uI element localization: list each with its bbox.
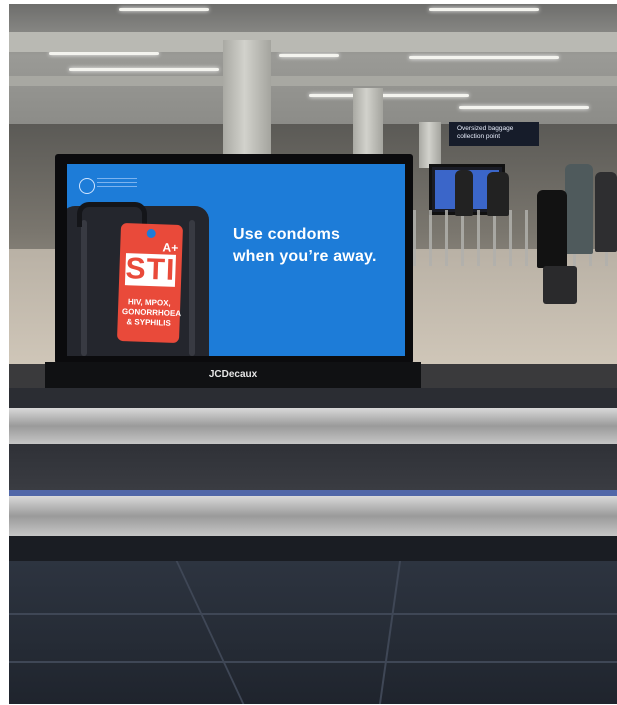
rolling-suitcase [543,266,577,304]
brand-logo: JCDecaux [208,369,258,380]
billboard-base: JCDecaux [45,362,421,388]
luggage-tag: A+ STI HIV, MPOX, GONORRHOEA & SYPHILIS [116,222,184,344]
walking-person [537,190,567,268]
carousel-rail [9,496,617,536]
carousel-belt [9,388,617,410]
carousel-skirt [9,536,617,562]
airport-baggage-photo: Oversized baggage collection point A+ ST… [9,4,617,704]
logo-icon [79,178,95,194]
sign-line: collection point [457,133,500,140]
person [595,172,617,252]
person [455,170,473,216]
pillar [353,88,383,158]
person [565,164,593,254]
sign-line: Oversized baggage [457,125,514,132]
ceiling-light [49,52,159,55]
billboard-screen: A+ STI HIV, MPOX, GONORRHOEA & SYPHILIS … [67,164,405,356]
pillar [419,122,441,168]
carousel-rail [9,408,617,444]
dark-floor [9,561,617,704]
ceiling-light [69,68,219,71]
ceiling-light [409,56,559,59]
ceiling-light [309,94,469,97]
tag-small-text: HIV, MPOX, GONORRHOEA & SYPHILIS [121,297,182,328]
tag-big-text: STI [124,252,176,287]
ceiling [9,4,617,134]
ceiling-beam [9,32,617,52]
ceiling-beam [9,76,617,86]
ad-headline-line2: when you’re away. [233,248,377,265]
pillar [223,40,271,164]
ad-headline-line1: Use condoms [233,226,341,243]
ceiling-light [119,8,209,11]
oversized-baggage-sign: Oversized baggage collection point [449,122,539,146]
carousel-belt [9,444,617,490]
ceiling-light [429,8,539,11]
ceiling-light [459,106,589,109]
logo-text [97,178,137,188]
ceiling-light [279,54,339,57]
person [487,172,509,216]
